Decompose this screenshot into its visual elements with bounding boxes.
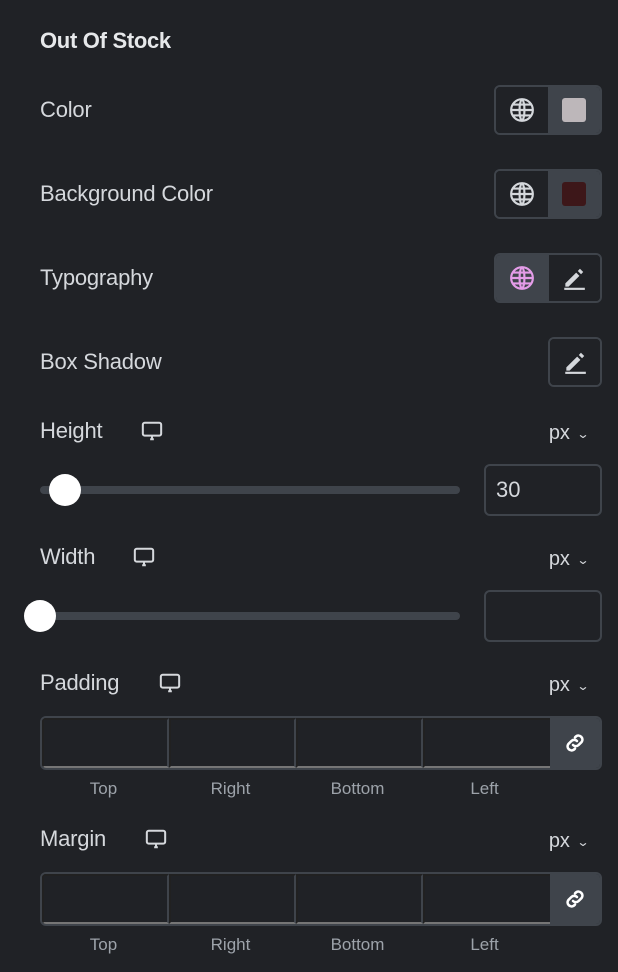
margin-right-label: Right (210, 935, 251, 954)
desktop-icon[interactable] (145, 828, 167, 850)
color-swatch (562, 98, 586, 122)
background-color-control (494, 169, 602, 219)
globe-icon (510, 182, 534, 206)
padding-unit-select[interactable]: px ⌄ (548, 674, 590, 697)
background-color-label: Background Color (40, 181, 213, 206)
color-label: Color (40, 97, 92, 122)
margin-bottom-label: Bottom (330, 935, 385, 954)
globe-icon (510, 266, 535, 290)
padding-right-label: Right (210, 779, 251, 798)
color-picker-button[interactable] (548, 87, 600, 133)
chevron-down-icon: ⌄ (576, 552, 590, 567)
color-global-button[interactable] (496, 87, 548, 133)
typography-control (494, 253, 602, 303)
margin-bottom-input[interactable] (296, 874, 423, 924)
background-color-swatch (562, 182, 586, 206)
desktop-icon[interactable] (141, 420, 163, 442)
height-unit-select[interactable]: px ⌄ (548, 422, 590, 445)
width-unit-select[interactable]: px ⌄ (548, 548, 590, 571)
width-slider-track[interactable] (40, 612, 460, 620)
margin-top-label: Top (89, 935, 118, 954)
margin-unit-select[interactable]: px ⌄ (548, 830, 590, 853)
width-label: Width (40, 544, 96, 569)
padding-bottom-input[interactable] (296, 718, 423, 768)
margin-dimension-labels: Top Right Bottom Left (40, 935, 548, 955)
background-color-picker-button[interactable] (548, 171, 600, 217)
margin-left-input[interactable] (423, 874, 550, 924)
padding-right-input[interactable] (169, 718, 296, 768)
chevron-down-icon: ⌄ (576, 678, 590, 693)
margin-dimensions (40, 872, 602, 926)
height-input[interactable] (484, 464, 602, 516)
chevron-down-icon: ⌄ (576, 426, 590, 441)
margin-unit-value: px (548, 830, 570, 852)
margin-right-input[interactable] (169, 874, 296, 924)
background-color-global-button[interactable] (496, 171, 548, 217)
padding-dimensions (40, 716, 602, 770)
height-slider-track[interactable] (40, 486, 460, 494)
padding-bottom-label: Bottom (330, 779, 385, 798)
padding-top-label: Top (89, 779, 118, 798)
typography-global-button[interactable] (496, 255, 549, 301)
padding-dimension-labels: Top Right Bottom Left (40, 779, 548, 799)
typography-edit-button[interactable] (548, 255, 600, 301)
padding-link-button[interactable] (550, 718, 600, 768)
width-unit-value: px (548, 548, 570, 570)
padding-unit-value: px (548, 674, 570, 696)
box-shadow-label: Box Shadow (40, 349, 162, 374)
margin-label: Margin (40, 826, 107, 851)
padding-left-label: Left (470, 779, 499, 798)
box-shadow-control (548, 337, 602, 387)
pencil-icon (565, 352, 586, 374)
globe-icon (510, 98, 534, 122)
desktop-icon[interactable] (133, 546, 155, 568)
margin-left-label: Left (470, 935, 499, 954)
width-slider-handle[interactable] (24, 600, 56, 632)
height-slider-handle[interactable] (49, 474, 82, 506)
margin-top-input[interactable] (42, 874, 169, 924)
box-shadow-edit-button[interactable] (550, 339, 600, 385)
height-label: Height (40, 418, 103, 443)
width-input[interactable] (484, 590, 602, 642)
section-title: Out Of Stock (40, 28, 171, 53)
padding-left-input[interactable] (423, 718, 550, 768)
pencil-icon (564, 268, 586, 290)
link-icon (566, 734, 584, 752)
desktop-icon[interactable] (159, 672, 181, 694)
link-icon (566, 890, 584, 908)
chevron-down-icon: ⌄ (576, 834, 590, 849)
height-unit-value: px (548, 422, 570, 444)
color-control (494, 85, 602, 135)
padding-top-input[interactable] (42, 718, 169, 768)
margin-link-button[interactable] (550, 874, 600, 924)
typography-label: Typography (40, 265, 153, 290)
padding-label: Padding (40, 670, 120, 695)
